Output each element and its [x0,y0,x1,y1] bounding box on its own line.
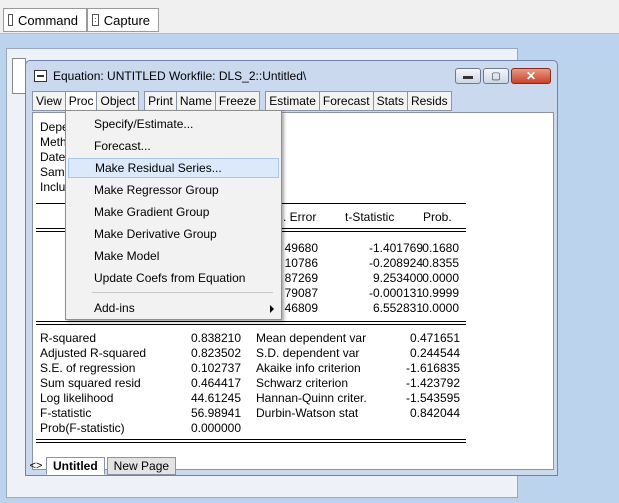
command-window-icon [8,14,14,26]
cell-t-statistic: 6.552831 [372,301,423,315]
stat-value: 0.102737 [190,361,241,375]
menu-item-make-residual-series[interactable]: Make Residual Series... [68,158,279,178]
tab-untitled[interactable]: Untitled [46,457,105,475]
header-line-method: Meth [40,135,67,149]
print-button[interactable]: Print [144,91,177,111]
stat-label: Hannan-Quinn criter. [256,391,367,405]
page-tab-bar: <> Untitled New Page [26,455,557,475]
menu-item-make-model[interactable]: Make Model [68,246,279,266]
stat-label: S.E. of regression [40,361,136,375]
stat-label: Log likelihood [40,391,114,405]
stat-label: Adjusted R-squared [40,346,147,360]
cell-t-statistic: -0.208924 [368,256,423,270]
menu-item-add-ins-label: Add-ins [94,301,135,315]
stat-label: Akaike info criterion [256,361,361,375]
menu-item-update-coefs[interactable]: Update Coefs from Equation [68,268,279,288]
stat-value: 56.98941 [190,406,241,420]
menu-item-make-derivative-group[interactable]: Make Derivative Group [68,224,279,244]
close-button[interactable]: ✕ [511,68,551,84]
object-button[interactable]: Object [96,91,140,111]
freeze-button[interactable]: Freeze [214,91,261,111]
stat-value: 0.244544 [409,346,460,360]
tab-capture-label: Capture [103,12,150,28]
header-line-sample: Sam [40,165,65,179]
tab-new-page[interactable]: New Page [106,457,177,475]
submenu-arrow-icon [270,305,274,313]
cell-std-error: 87269 [284,271,318,285]
resids-button[interactable]: Resids [406,91,452,111]
window-title: Equation: UNTITLED Workfile: DLS_2::Unti… [53,69,307,83]
cell-std-error: 10786 [284,256,318,270]
page-nav-arrows[interactable]: <> [26,457,46,475]
stat-value: 44.61245 [190,391,241,405]
col-header-std-error: . Error [283,210,317,224]
stat-label: R-squared [40,331,97,345]
estimate-button[interactable]: Estimate [265,91,320,111]
divider [36,439,466,443]
stat-value: 0.842044 [409,406,460,420]
menu-item-make-regressor-group[interactable]: Make Regressor Group [68,180,279,200]
stat-value: 0.464417 [190,376,241,390]
view-button[interactable]: View [32,91,66,111]
stat-value: 0.471651 [409,331,460,345]
cell-t-statistic: -0.000131 [368,286,423,300]
stat-label: Schwarz criterion [256,376,349,390]
cell-t-statistic: -1.401769 [368,241,423,255]
stats-button[interactable]: Stats [372,91,408,111]
system-menu-icon[interactable] [34,70,47,82]
stat-value: 0.838210 [190,331,241,345]
cell-prob: 0.0000 [422,271,459,285]
tab-command[interactable]: Command [3,8,87,32]
top-tab-bar: Command Capture [0,0,619,34]
proc-button[interactable]: Proc [64,91,98,111]
menu-item-add-ins[interactable]: Add-ins [68,298,279,318]
capture-window-icon [92,14,99,26]
window-controls: ▬ ▢ ✕ [455,68,551,84]
stat-value: 0.823502 [190,346,241,360]
header-line-date: Date [40,150,66,164]
stat-label: F-statistic [40,406,92,420]
stat-value: -1.423792 [405,376,460,390]
stat-value: 0.000000 [190,421,241,435]
maximize-button[interactable]: ▢ [483,68,509,84]
stat-value: -1.616835 [405,361,460,375]
stat-label: S.D. dependent var [256,346,360,360]
divider [36,321,466,325]
cell-prob: 0.9999 [422,286,459,300]
tab-capture[interactable]: Capture [87,8,159,32]
forecast-button[interactable]: Forecast [318,91,374,111]
stat-label: Prob(F-statistic) [40,421,125,435]
menu-item-specify-estimate[interactable]: Specify/Estimate... [68,114,279,134]
name-button[interactable]: Name [175,91,216,111]
tab-command-label: Command [18,12,78,28]
stat-label: Durbin-Watson stat [256,406,359,420]
cell-prob: 0.1680 [422,241,459,255]
title-bar[interactable]: Equation: UNTITLED Workfile: DLS_2::Unti… [26,61,557,91]
menu-item-forecast[interactable]: Forecast... [68,136,279,156]
stat-value: -1.543595 [405,391,460,405]
cell-std-error: 79087 [284,286,318,300]
minimize-button[interactable]: ▬ [455,68,481,84]
menu-separator [92,292,273,293]
cell-t-statistic: 9.253400 [372,271,423,285]
menu-item-make-gradient-group[interactable]: Make Gradient Group [68,202,279,222]
cell-std-error: 46809 [284,301,318,315]
cell-std-error: 49680 [284,241,318,255]
background-window-inner [12,58,26,94]
cell-prob: 0.0000 [422,301,459,315]
col-header-t-statistic: t-Statistic [345,210,395,224]
toolbar: View Proc Object Print Name Freeze Estim… [32,91,452,111]
col-header-prob: Prob. [423,210,452,224]
stat-label: Mean dependent var [256,331,367,345]
stat-label: Sum squared resid [40,376,141,390]
cell-prob: 0.8355 [422,256,459,270]
header-line-included: Inclu [40,180,66,194]
proc-dropdown-menu: Specify/Estimate... Forecast... Make Res… [65,110,282,320]
